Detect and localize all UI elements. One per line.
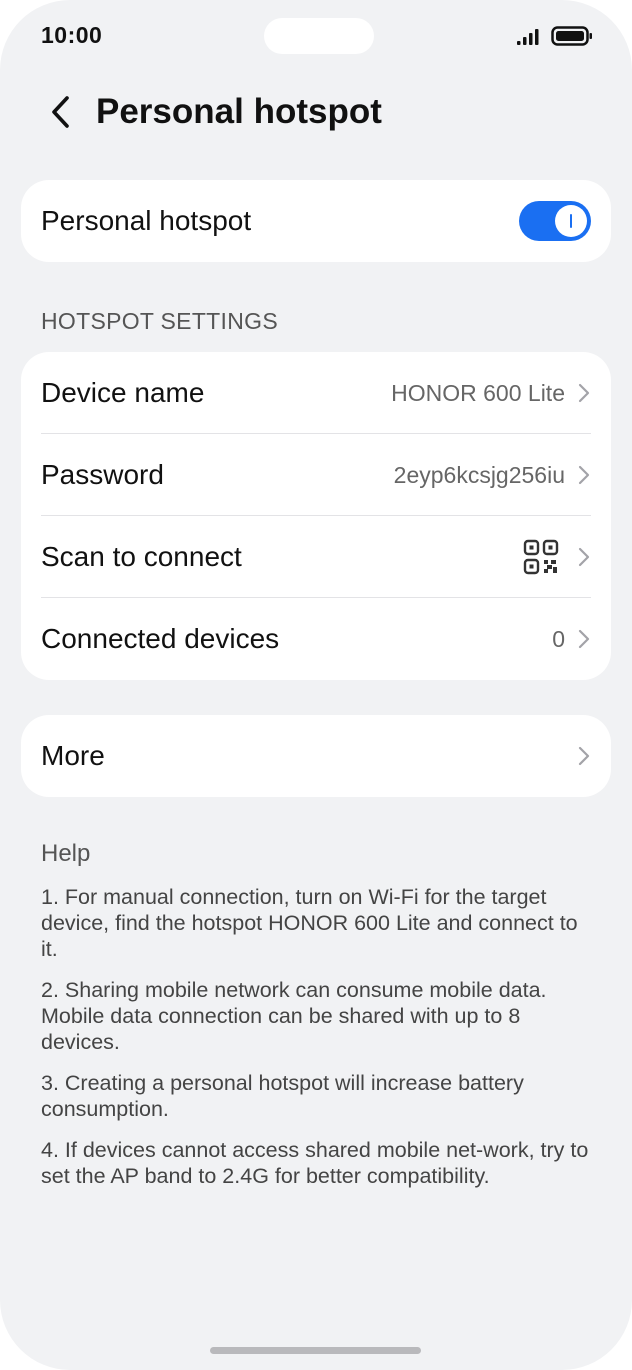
- hotspot-settings-card: Device name HONOR 600 Lite Password 2eyp…: [21, 352, 611, 680]
- signal-icon: [517, 29, 539, 45]
- qr-code-icon: [523, 539, 559, 575]
- chevron-right-icon: [578, 465, 590, 485]
- hotspot-toggle-card: Personal hotspot: [21, 180, 611, 262]
- password-label: Password: [41, 459, 164, 490]
- scan-to-connect-label: Scan to connect: [41, 541, 242, 572]
- top-app-bar: Personal hotspot: [0, 80, 632, 144]
- help-title: Help: [41, 840, 91, 867]
- help-item: 1. For manual connection, turn on Wi-Fi …: [41, 885, 578, 961]
- help-item: 4. If devices cannot access shared mobil…: [41, 1138, 589, 1188]
- help-item: 3. Creating a personal hotspot will incr…: [41, 1071, 524, 1121]
- connected-devices-label: Connected devices: [41, 623, 280, 654]
- chevron-right-icon: [578, 547, 590, 567]
- help-section: Help 1. For manual connection, turn on W…: [41, 840, 591, 1204]
- hotspot-toggle-row[interactable]: Personal hotspot: [21, 180, 611, 262]
- status-time: 10:00: [41, 22, 103, 48]
- device-name-value: HONOR 600 Lite: [391, 379, 565, 406]
- camera-cutout: [264, 18, 374, 54]
- password-row[interactable]: Password 2eyp6kcsjg256iu: [21, 434, 611, 516]
- more-label: More: [41, 740, 105, 771]
- home-indicator[interactable]: [210, 1347, 421, 1354]
- help-item: 2. Sharing mobile network can consume mo…: [41, 978, 547, 1054]
- more-row[interactable]: More: [21, 715, 611, 797]
- more-card: More: [21, 715, 611, 797]
- switch-knob: [555, 205, 587, 237]
- scan-to-connect-row[interactable]: Scan to connect: [21, 516, 611, 598]
- chevron-right-icon: [578, 746, 590, 766]
- connected-devices-row[interactable]: Connected devices 0: [21, 598, 611, 680]
- back-button[interactable]: [38, 90, 82, 134]
- chevron-left-icon: [52, 96, 69, 128]
- status-bar: 10:00: [0, 0, 632, 72]
- connected-devices-count: 0: [552, 625, 565, 652]
- battery-icon: [551, 26, 592, 46]
- device-name-row[interactable]: Device name HONOR 600 Lite: [21, 352, 611, 434]
- chevron-right-icon: [578, 383, 590, 403]
- phone-screen: 10:00 Personal hotspot Personal hotspot: [0, 0, 632, 1370]
- chevron-right-icon: [578, 629, 590, 649]
- password-value: 2eyp6kcsjg256iu: [393, 461, 565, 488]
- hotspot-toggle-label: Personal hotspot: [41, 205, 252, 236]
- section-header-hotspot-settings: HOTSPOT SETTINGS: [41, 308, 278, 334]
- page-title: Personal hotspot: [96, 92, 382, 131]
- device-name-label: Device name: [41, 377, 205, 408]
- hotspot-switch[interactable]: [519, 201, 591, 241]
